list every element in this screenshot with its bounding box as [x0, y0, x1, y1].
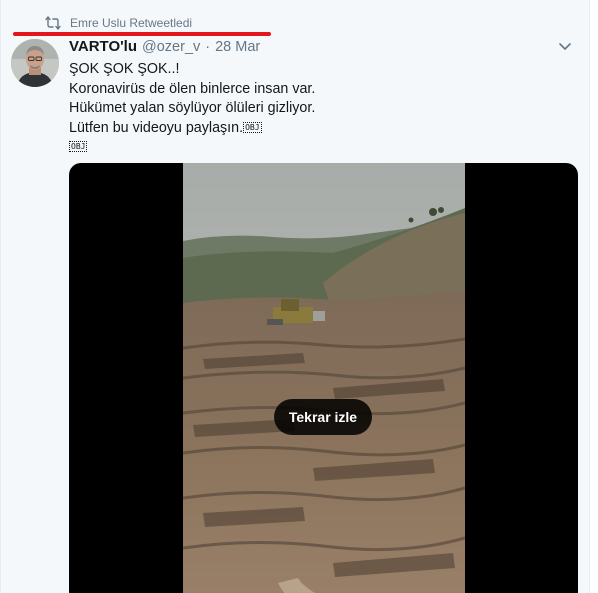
- video-frame: [183, 163, 465, 593]
- tweet-line: Koronavirüs de ölen binlerce insan var.: [69, 80, 316, 97]
- retweet-label: Emre Uslu Retweetledi: [70, 16, 193, 30]
- tweet-card[interactable]: Emre Uslu Retweetledi VARTO'lu @ozer_v ·…: [0, 0, 590, 593]
- avatar-photo: [11, 39, 59, 87]
- avatar[interactable]: [11, 39, 59, 87]
- tweet-line-text: Lütfen bu videoyu paylaşın.: [69, 119, 244, 136]
- author-handle[interactable]: @ozer_v: [142, 39, 200, 55]
- header-separator: ·: [205, 39, 211, 55]
- object-glyph: OBJ: [243, 121, 262, 133]
- tweet-line: Lütfen bu videoyu paylaşın. OBJ: [69, 119, 315, 139]
- author-name[interactable]: VARTO'lu: [69, 38, 137, 55]
- replay-button[interactable]: Tekrar izle: [274, 399, 372, 435]
- tweet-text: ŞOK ŞOK ŞOK..! Koronavirüs de ölen binle…: [69, 60, 315, 158]
- video-player[interactable]: Tekrar izle: [69, 163, 578, 593]
- tweet-line: OBJ: [69, 138, 315, 158]
- object-glyph: OBJ: [69, 141, 88, 152]
- retweet-context[interactable]: Emre Uslu Retweetledi: [45, 16, 192, 30]
- retweet-icon: [45, 16, 61, 30]
- tweet-date[interactable]: 28 Mar: [215, 39, 260, 55]
- tweet-line: Hükümet yalan söylüyor ölüleri gizliyor.: [69, 100, 316, 116]
- highlight-underline: [13, 32, 271, 36]
- tweet-line: ŞOK ŞOK ŞOK..!: [69, 61, 180, 77]
- tweet-header: VARTO'lu @ozer_v · 28 Mar: [69, 38, 260, 55]
- chevron-down-icon[interactable]: [557, 38, 573, 54]
